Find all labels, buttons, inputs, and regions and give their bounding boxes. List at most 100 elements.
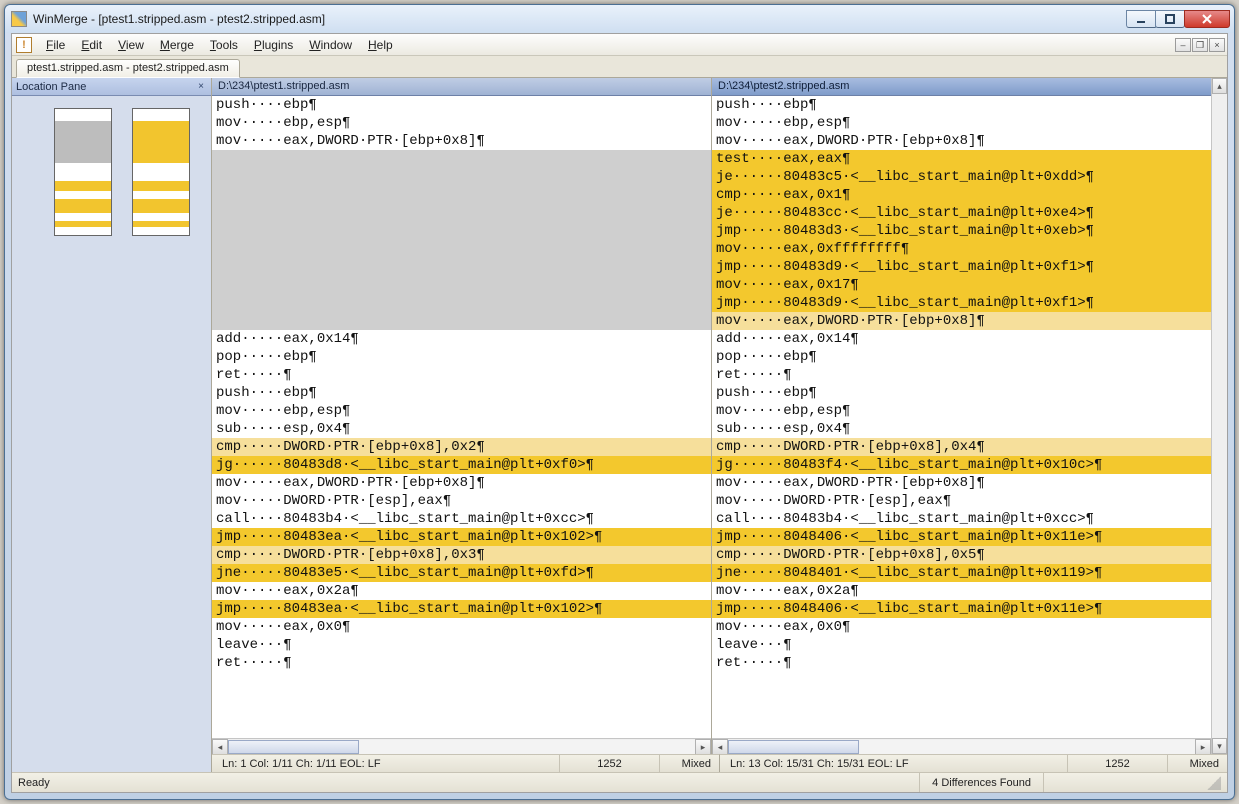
code-line[interactable]: cmp·····eax,0x1¶	[712, 186, 1211, 204]
maximize-button[interactable]	[1155, 10, 1185, 28]
code-line[interactable]: mov·····eax,0x0¶	[712, 618, 1211, 636]
location-map-right[interactable]	[132, 108, 190, 236]
code-line[interactable]: ret·····¶	[712, 654, 1211, 672]
left-hscrollbar[interactable]: ◂ ▸	[212, 738, 711, 754]
code-line[interactable]: leave···¶	[212, 636, 711, 654]
code-line[interactable]: call····80483b4·<__libc_start_main@plt+0…	[712, 510, 1211, 528]
code-line[interactable]: mov·····DWORD·PTR·[esp],eax¶	[212, 492, 711, 510]
code-line[interactable]: cmp·····DWORD·PTR·[ebp+0x8],0x5¶	[712, 546, 1211, 564]
scroll-down-icon[interactable]: ▾	[1212, 738, 1227, 754]
code-line[interactable]: ret·····¶	[212, 654, 711, 672]
code-line[interactable]: jmp·····80483d9·<__libc_start_main@plt+0…	[712, 258, 1211, 276]
location-map-left[interactable]	[54, 108, 112, 236]
code-line[interactable]: mov·····eax,0x17¶	[712, 276, 1211, 294]
code-line[interactable]: push····ebp¶	[212, 384, 711, 402]
scroll-left-icon[interactable]: ◂	[712, 739, 728, 755]
code-line[interactable]	[212, 258, 711, 276]
code-line[interactable]: test····eax,eax¶	[712, 150, 1211, 168]
location-segment[interactable]	[133, 221, 189, 227]
menu-tools[interactable]: Tools	[202, 35, 246, 55]
code-line[interactable]: mov·····ebp,esp¶	[212, 114, 711, 132]
code-line[interactable]: sub·····esp,0x4¶	[712, 420, 1211, 438]
code-line[interactable]: mov·····ebp,esp¶	[712, 114, 1211, 132]
code-line[interactable]	[212, 150, 711, 168]
scrollbar-thumb[interactable]	[228, 740, 359, 754]
code-line[interactable]: mov·····eax,0x2a¶	[712, 582, 1211, 600]
code-line[interactable]: jmp·····80483d3·<__libc_start_main@plt+0…	[712, 222, 1211, 240]
code-line[interactable]: call····80483b4·<__libc_start_main@plt+0…	[212, 510, 711, 528]
menu-merge[interactable]: Merge	[152, 35, 202, 55]
location-segment[interactable]	[55, 221, 111, 227]
right-hscrollbar[interactable]: ◂ ▸	[712, 738, 1211, 754]
close-icon[interactable]: ×	[195, 81, 207, 93]
right-code-view[interactable]: push····ebp¶mov·····ebp,esp¶mov·····eax,…	[712, 96, 1211, 738]
code-line[interactable]: mov·····DWORD·PTR·[esp],eax¶	[712, 492, 1211, 510]
code-line[interactable]: mov·····eax,DWORD·PTR·[ebp+0x8]¶	[712, 312, 1211, 330]
left-code-view[interactable]: push····ebp¶mov·····ebp,esp¶mov·····eax,…	[212, 96, 711, 738]
code-line[interactable]: add·····eax,0x14¶	[212, 330, 711, 348]
mdi-restore-button[interactable]: ❐	[1192, 38, 1208, 52]
code-line[interactable]: push····ebp¶	[212, 96, 711, 114]
location-segment[interactable]	[55, 181, 111, 191]
location-segment[interactable]	[55, 199, 111, 213]
code-line[interactable]	[212, 312, 711, 330]
mdi-minimize-button[interactable]: –	[1175, 38, 1191, 52]
scroll-left-icon[interactable]: ◂	[212, 739, 228, 755]
code-line[interactable]: mov·····eax,DWORD·PTR·[ebp+0x8]¶	[212, 132, 711, 150]
location-segment[interactable]	[55, 121, 111, 163]
scroll-right-icon[interactable]: ▸	[695, 739, 711, 755]
code-line[interactable]: jg······80483f4·<__libc_start_main@plt+0…	[712, 456, 1211, 474]
vscrollbar[interactable]: ▴ ▾	[1211, 78, 1227, 754]
code-line[interactable]: push····ebp¶	[712, 384, 1211, 402]
toolbar-new-icon[interactable]: !	[16, 37, 32, 53]
code-line[interactable]: sub·····esp,0x4¶	[212, 420, 711, 438]
code-line[interactable]: cmp·····DWORD·PTR·[ebp+0x8],0x3¶	[212, 546, 711, 564]
resize-grip-icon[interactable]	[1207, 776, 1221, 790]
minimize-button[interactable]	[1126, 10, 1156, 28]
scrollbar-track[interactable]	[1212, 94, 1227, 738]
code-line[interactable]: jmp·····80483ea·<__libc_start_main@plt+0…	[212, 528, 711, 546]
menu-view[interactable]: View	[110, 35, 152, 55]
code-line[interactable]: mov·····ebp,esp¶	[212, 402, 711, 420]
code-line[interactable]	[212, 276, 711, 294]
close-button[interactable]	[1184, 10, 1230, 28]
code-line[interactable]: mov·····eax,0x2a¶	[212, 582, 711, 600]
code-line[interactable]: mov·····eax,0x0¶	[212, 618, 711, 636]
code-line[interactable]: pop·····ebp¶	[712, 348, 1211, 366]
code-line[interactable]	[212, 222, 711, 240]
titlebar[interactable]: WinMerge - [ptest1.stripped.asm - ptest2…	[5, 5, 1234, 33]
code-line[interactable]	[212, 204, 711, 222]
code-line[interactable]	[212, 294, 711, 312]
menu-file[interactable]: File	[38, 35, 73, 55]
code-line[interactable]: jg······80483d8·<__libc_start_main@plt+0…	[212, 456, 711, 474]
code-line[interactable]	[212, 168, 711, 186]
code-line[interactable]: jmp·····8048406·<__libc_start_main@plt+0…	[712, 600, 1211, 618]
location-map[interactable]	[12, 96, 211, 772]
location-segment[interactable]	[133, 199, 189, 213]
location-segment[interactable]	[133, 181, 189, 191]
code-line[interactable]: mov·····ebp,esp¶	[712, 402, 1211, 420]
menu-help[interactable]: Help	[360, 35, 401, 55]
code-line[interactable]: push····ebp¶	[712, 96, 1211, 114]
mdi-close-button[interactable]: ×	[1209, 38, 1225, 52]
location-segment[interactable]	[133, 121, 189, 163]
scroll-up-icon[interactable]: ▴	[1212, 78, 1227, 94]
menu-plugins[interactable]: Plugins	[246, 35, 301, 55]
code-line[interactable]: mov·····eax,DWORD·PTR·[ebp+0x8]¶	[712, 474, 1211, 492]
code-line[interactable]: jmp·····80483ea·<__libc_start_main@plt+0…	[212, 600, 711, 618]
code-line[interactable]: leave···¶	[712, 636, 1211, 654]
code-line[interactable]: cmp·····DWORD·PTR·[ebp+0x8],0x4¶	[712, 438, 1211, 456]
code-line[interactable]: je······80483cc·<__libc_start_main@plt+0…	[712, 204, 1211, 222]
code-line[interactable]: cmp·····DWORD·PTR·[ebp+0x8],0x2¶	[212, 438, 711, 456]
code-line[interactable]: ret·····¶	[712, 366, 1211, 384]
code-line[interactable]: add·····eax,0x14¶	[712, 330, 1211, 348]
document-tab[interactable]: ptest1.stripped.asm - ptest2.stripped.as…	[16, 59, 240, 78]
code-line[interactable]	[212, 240, 711, 258]
scrollbar-thumb[interactable]	[728, 740, 859, 754]
code-line[interactable]	[212, 186, 711, 204]
code-line[interactable]: jne·····8048401·<__libc_start_main@plt+0…	[712, 564, 1211, 582]
code-line[interactable]: jmp·····80483d9·<__libc_start_main@plt+0…	[712, 294, 1211, 312]
code-line[interactable]: ret·····¶	[212, 366, 711, 384]
code-line[interactable]: mov·····eax,0xffffffff¶	[712, 240, 1211, 258]
location-pane-header[interactable]: Location Pane ×	[12, 78, 211, 96]
